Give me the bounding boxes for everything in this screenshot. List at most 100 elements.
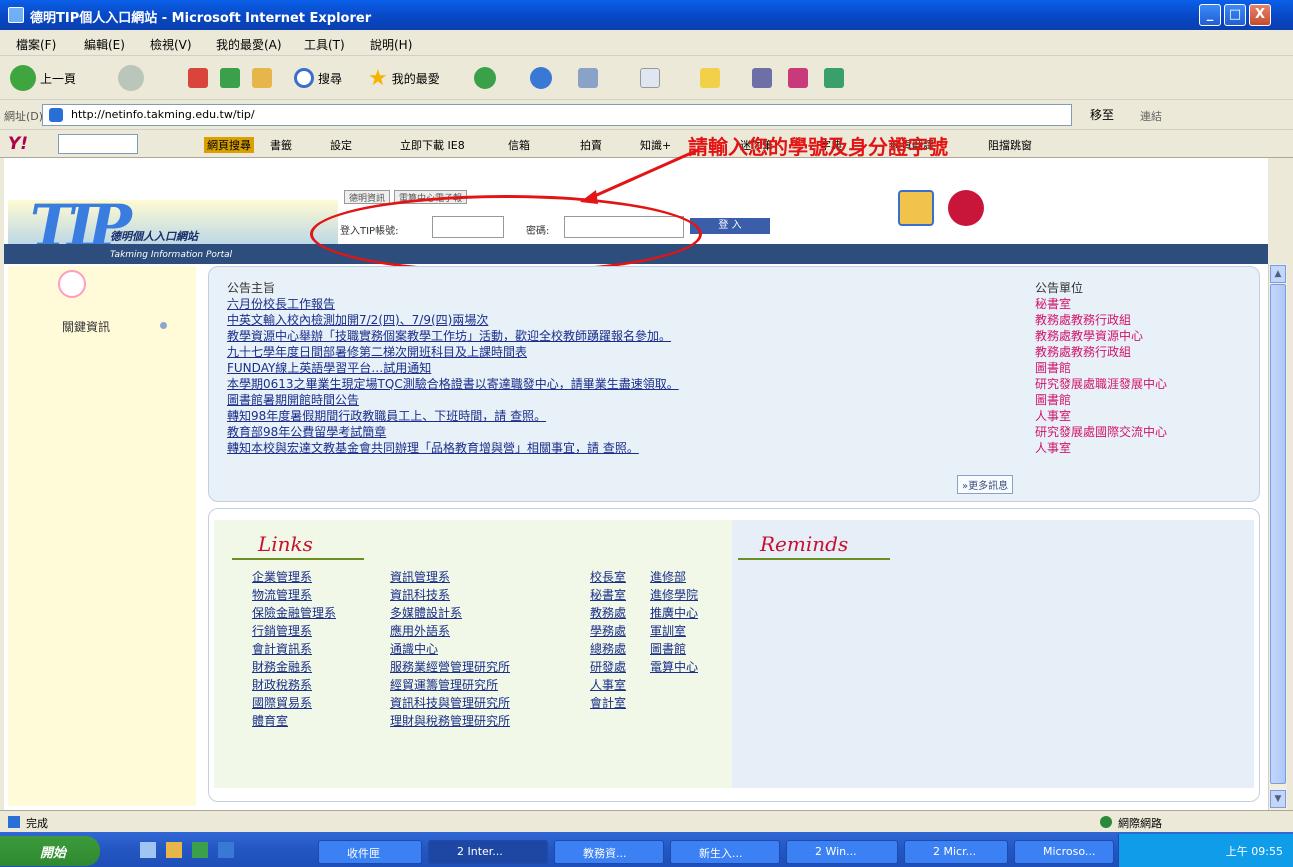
stop-button[interactable]	[188, 64, 208, 92]
edit-button[interactable]	[640, 64, 660, 92]
yahoo-bookmarks[interactable]: 書籤	[270, 137, 292, 153]
link-item[interactable]: 國際貿易系	[252, 694, 312, 711]
link-item[interactable]: 財務金融系	[252, 658, 312, 675]
search-button[interactable]: 搜尋	[294, 64, 342, 92]
start-button[interactable]: 開始	[0, 836, 100, 866]
announce-item[interactable]: 中英文輸入校內檢測加開7/2(四)、7/9(四)兩場次	[227, 311, 488, 328]
tab-news[interactable]: 德明資訊	[344, 190, 391, 204]
ie-quick-icon[interactable]	[218, 842, 234, 858]
link-item[interactable]: 理財與稅務管理研究所	[390, 712, 510, 729]
announce-item[interactable]: 教育部98年公費留學考試簡章	[227, 423, 386, 440]
yahoo-popup-block[interactable]: 阻擋跳窗	[988, 137, 1032, 153]
taskbar-item[interactable]: 2 Inter...	[428, 840, 548, 864]
discuss-button[interactable]	[700, 64, 720, 92]
taskbar-item[interactable]: 新生入...	[670, 840, 780, 864]
link-item[interactable]: 體育室	[252, 712, 288, 729]
explorer-icon[interactable]	[166, 842, 182, 858]
menu-view[interactable]: 檢視(V)	[150, 36, 192, 53]
yahoo-search-input[interactable]	[58, 134, 138, 154]
menu-edit[interactable]: 編輯(E)	[84, 36, 125, 53]
app-icon[interactable]	[192, 842, 208, 858]
link-item[interactable]: 圖書館	[650, 640, 686, 657]
link-item[interactable]: 財政稅務系	[252, 676, 312, 693]
link-item[interactable]: 電算中心	[650, 658, 698, 675]
vertical-scrollbar[interactable]: ▲ ▼	[1268, 264, 1287, 810]
links-button[interactable]: 連結	[1140, 108, 1162, 124]
desktop-icon[interactable]	[140, 842, 156, 858]
yahoo-auction[interactable]: 拍賣	[580, 137, 602, 153]
messenger-button[interactable]	[788, 64, 808, 92]
announce-item[interactable]: 六月份校長工作報告	[227, 295, 335, 312]
home-button[interactable]	[252, 64, 272, 92]
sitemap-icon[interactable]	[948, 190, 984, 226]
link-item[interactable]: 推廣中心	[650, 604, 698, 621]
more-news-button[interactable]: »更多訊息	[957, 475, 1014, 494]
link-item[interactable]: 企業管理系	[252, 568, 312, 585]
link-item[interactable]: 校長室	[590, 568, 626, 585]
refresh-button[interactable]	[220, 64, 240, 92]
yahoo-logo[interactable]: Y!	[8, 134, 28, 154]
link-item[interactable]: 資訊管理系	[390, 568, 450, 585]
taskbar-item[interactable]: 教務資...	[554, 840, 664, 864]
yahoo-web-search[interactable]: 網頁搜尋	[204, 137, 254, 153]
link-item[interactable]: 多媒體設計系	[390, 604, 462, 621]
scroll-thumb[interactable]	[1270, 284, 1286, 784]
scroll-up-icon[interactable]: ▲	[1270, 265, 1286, 283]
taskbar-item[interactable]: 收件匣	[318, 840, 422, 864]
link-item[interactable]: 軍訓室	[650, 622, 686, 639]
announce-item[interactable]: 本學期0613之畢業生現定場TQC測驗合格證書以寄達職發中心，請畢業生盡速領取。	[227, 375, 679, 392]
yahoo-mail[interactable]: 信箱	[508, 137, 530, 153]
link-item[interactable]: 學務處	[590, 622, 626, 639]
menu-tools[interactable]: 工具(T)	[304, 36, 345, 53]
link-item[interactable]: 資訊科技與管理研究所	[390, 694, 510, 711]
print-button[interactable]	[578, 64, 598, 92]
link-item[interactable]: 教務處	[590, 604, 626, 621]
link-item[interactable]: 研發處	[590, 658, 626, 675]
taskbar-item[interactable]: Microso...	[1014, 840, 1114, 864]
close-button[interactable]: X	[1249, 4, 1271, 26]
login-button[interactable]: 登 入	[690, 218, 770, 234]
yahoo-ie8[interactable]: 立即下載 IE8	[400, 137, 465, 153]
yahoo-settings[interactable]: 設定	[330, 137, 352, 153]
research-button[interactable]	[752, 64, 772, 92]
announce-item[interactable]: FUNDAY線上英語學習平台…試用通知	[227, 359, 431, 376]
minimize-button[interactable]: _	[1199, 4, 1221, 26]
link-item[interactable]: 經貿運籌管理研究所	[390, 676, 498, 693]
taskbar-item[interactable]: 2 Win...	[786, 840, 898, 864]
link-item[interactable]: 總務處	[590, 640, 626, 657]
history-button[interactable]	[474, 64, 496, 92]
link-item[interactable]: 資訊科技系	[390, 586, 450, 603]
home-icon[interactable]	[898, 190, 934, 226]
menu-help[interactable]: 說明(H)	[370, 36, 412, 53]
link-item[interactable]: 行銷管理系	[252, 622, 312, 639]
msn-button[interactable]	[824, 64, 844, 92]
link-item[interactable]: 會計室	[590, 694, 626, 711]
link-item[interactable]: 人事室	[590, 676, 626, 693]
yahoo-answers[interactable]: 知識+	[640, 137, 671, 153]
menu-file[interactable]: 檔案(F)	[16, 36, 56, 53]
link-item[interactable]: 應用外語系	[390, 622, 450, 639]
forward-button[interactable]	[118, 64, 144, 92]
favorites-button[interactable]: ★ 我的最愛	[368, 64, 440, 92]
link-item[interactable]: 進修部	[650, 568, 686, 585]
link-item[interactable]: 秘書室	[590, 586, 626, 603]
link-item[interactable]: 服務業經營管理研究所	[390, 658, 510, 675]
mail-button[interactable]	[530, 64, 552, 92]
link-item[interactable]: 會計資訊系	[252, 640, 312, 657]
back-button[interactable]: 上一頁	[10, 64, 76, 92]
menu-favorites[interactable]: 我的最愛(A)	[216, 36, 282, 53]
announce-item[interactable]: 轉知98年度暑假期間行政教職員工上、下班時間，請 查照。	[227, 407, 546, 424]
maximize-button[interactable]: □	[1224, 4, 1246, 26]
scroll-down-icon[interactable]: ▼	[1270, 790, 1286, 808]
link-item[interactable]: 通識中心	[390, 640, 438, 657]
announce-item[interactable]: 九十七學年度日間部暑修第二梯次開班科目及上課時間表	[227, 343, 527, 360]
announce-item[interactable]: 教學資源中心舉辦「技職實務個案教學工作坊」活動，歡迎全校教師踴躍報名參加。	[227, 327, 671, 344]
taskbar-item[interactable]: 2 Micr...	[904, 840, 1008, 864]
link-item[interactable]: 保險金融管理系	[252, 604, 336, 621]
go-button[interactable]: 移至	[1090, 106, 1114, 123]
announce-item[interactable]: 轉知本校與宏達文教基金會共同辦理「品格教育增與營」相關事宜，請 查照。	[227, 439, 639, 456]
link-item[interactable]: 物流管理系	[252, 586, 312, 603]
announce-item[interactable]: 圖書館暑期開館時間公告	[227, 391, 359, 408]
sidebar-item-key-info[interactable]: 關鍵資訊	[62, 318, 110, 335]
address-input[interactable]: http://netinfo.takming.edu.tw/tip/	[42, 104, 1072, 126]
